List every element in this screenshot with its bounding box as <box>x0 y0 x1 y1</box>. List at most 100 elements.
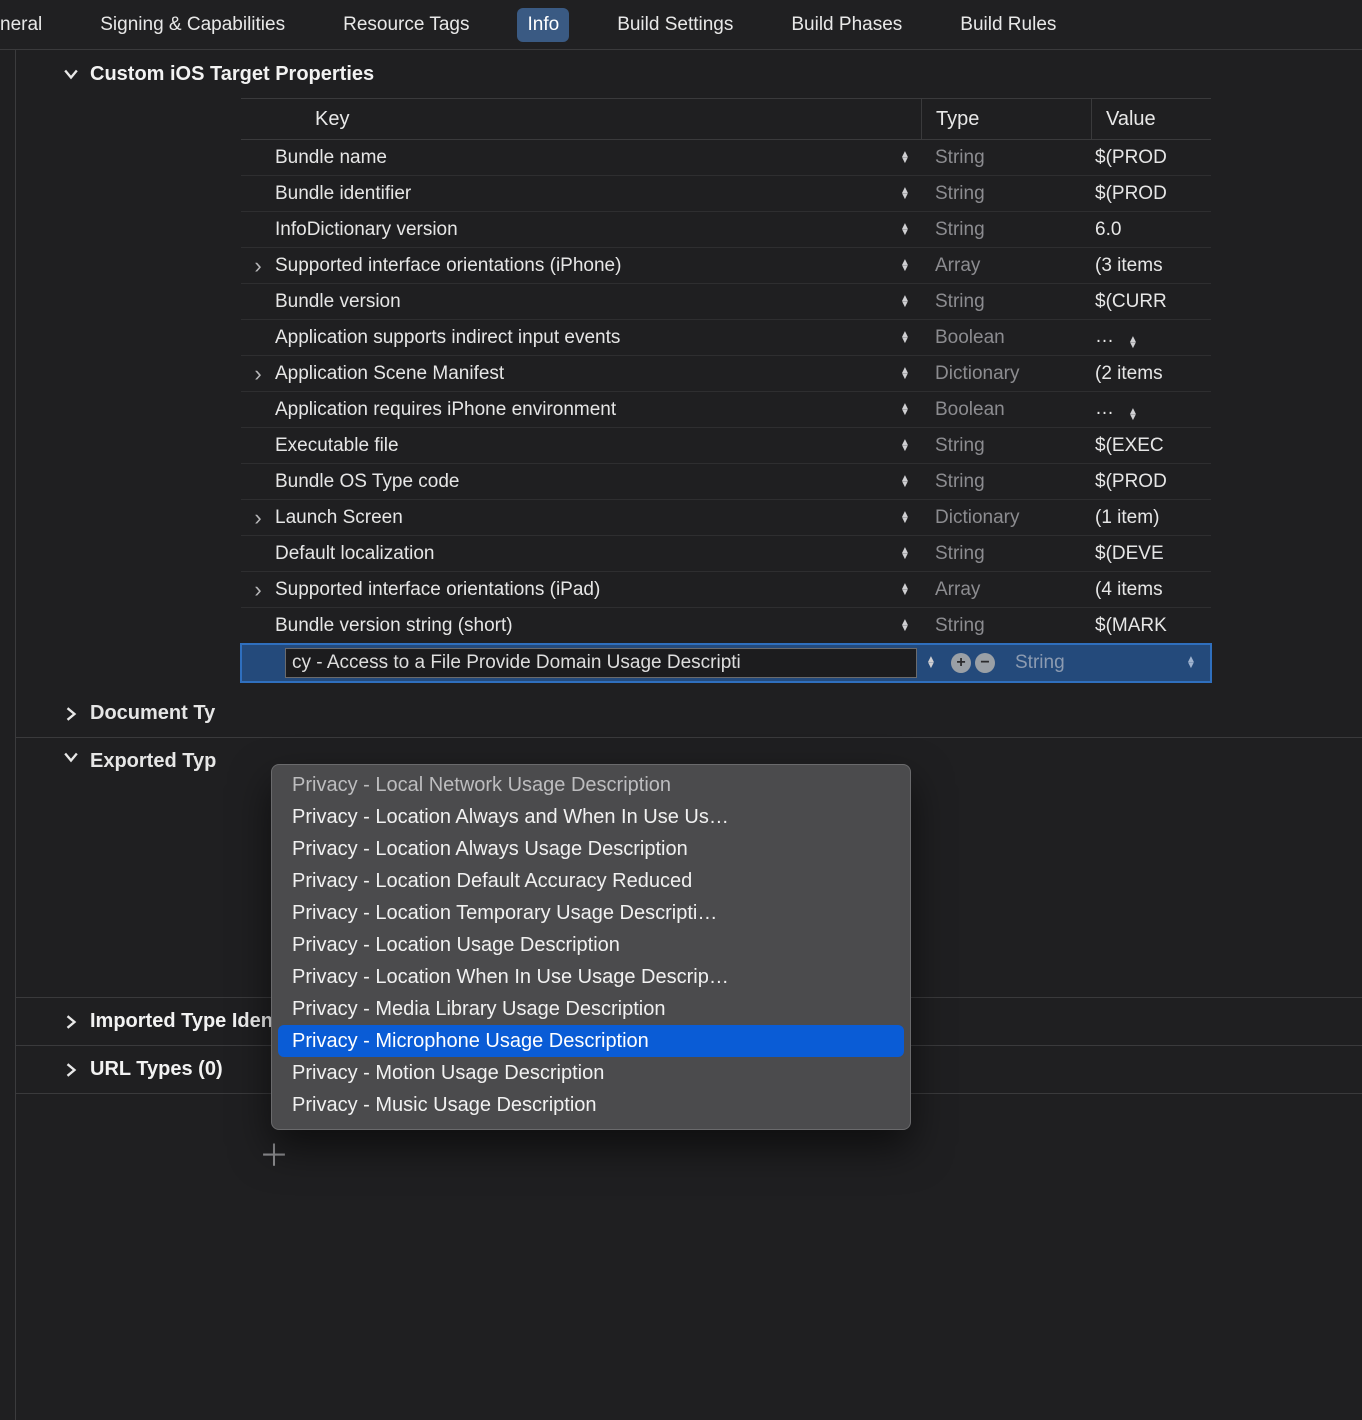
suggestion-option[interactable]: Privacy - Location Always and When In Us… <box>278 801 904 833</box>
plist-type[interactable]: String <box>921 219 1091 241</box>
plist-type[interactable]: Boolean <box>921 399 1091 421</box>
value-stepper-icon[interactable] <box>1171 657 1211 669</box>
plist-key[interactable]: Executable file <box>275 435 889 457</box>
disclosure-icon[interactable] <box>241 253 275 279</box>
plist-type[interactable]: String <box>921 435 1091 457</box>
suggestion-option[interactable]: Privacy - Location Usage Description <box>278 929 904 961</box>
plist-row[interactable]: Bundle identifier String$(PROD <box>241 176 1211 212</box>
plist-key[interactable]: Application supports indirect input even… <box>275 327 889 349</box>
add-key-button[interactable]: + <box>951 653 971 673</box>
key-stepper-icon[interactable] <box>889 188 921 200</box>
plist-value[interactable]: (2 items <box>1091 363 1211 385</box>
plist-row[interactable]: Supported interface orientations (iPhone… <box>241 248 1211 284</box>
plist-key[interactable]: Bundle identifier <box>275 183 889 205</box>
suggestion-option[interactable]: Privacy - Local Network Usage Descriptio… <box>278 769 904 801</box>
plist-row[interactable]: Supported interface orientations (iPad) A… <box>241 572 1211 608</box>
plist-key[interactable]: Launch Screen <box>275 507 889 529</box>
plist-value[interactable]: $(PROD <box>1091 471 1211 493</box>
suggestion-option[interactable]: Privacy - Location Always Usage Descript… <box>278 833 904 865</box>
remove-key-button[interactable]: − <box>975 653 995 673</box>
tab-resource-tags[interactable]: Resource Tags <box>333 8 479 42</box>
key-stepper-icon[interactable] <box>889 404 921 416</box>
plist-type[interactable]: String <box>921 615 1091 637</box>
key-stepper-icon[interactable] <box>889 296 921 308</box>
plist-key[interactable]: Default localization <box>275 543 889 565</box>
plist-type[interactable]: String <box>921 183 1091 205</box>
plist-key[interactable]: Bundle OS Type code <box>275 471 889 493</box>
plist-type[interactable]: String <box>921 471 1091 493</box>
key-stepper-icon[interactable] <box>889 332 921 344</box>
plist-value[interactable]: $(PROD <box>1091 183 1211 205</box>
key-stepper-icon[interactable] <box>889 260 921 272</box>
key-stepper-icon[interactable] <box>889 152 921 164</box>
plist-key[interactable]: Supported interface orientations (iPhone… <box>275 255 889 277</box>
key-stepper-icon[interactable] <box>889 476 921 488</box>
key-stepper-icon[interactable] <box>917 657 945 669</box>
plist-row[interactable]: Executable file String$(EXEC <box>241 428 1211 464</box>
plist-row[interactable]: Application requires iPhone environment B… <box>241 392 1211 428</box>
key-stepper-icon[interactable] <box>889 584 921 596</box>
plist-row[interactable]: Bundle OS Type code String$(PROD <box>241 464 1211 500</box>
plist-value[interactable]: … <box>1091 326 1211 349</box>
section-custom-ios-props[interactable]: Custom iOS Target Properties <box>16 50 1362 98</box>
plist-row[interactable]: Bundle name String$(PROD <box>241 140 1211 176</box>
disclosure-icon[interactable] <box>241 577 275 603</box>
plist-type[interactable]: String <box>921 543 1091 565</box>
tab-signing[interactable]: Signing & Capabilities <box>90 8 295 42</box>
section-document-types[interactable]: Document Ty <box>16 690 1362 738</box>
tab-build-phases[interactable]: Build Phases <box>781 8 912 42</box>
plist-row[interactable]: Bundle version String$(CURR <box>241 284 1211 320</box>
plist-row-editing[interactable]: cy - Access to a File Provide Domain Usa… <box>241 644 1211 682</box>
key-stepper-icon[interactable] <box>889 440 921 452</box>
plist-key[interactable]: Bundle name <box>275 147 889 169</box>
suggestion-option[interactable]: Privacy - Location When In Use Usage Des… <box>278 961 904 993</box>
plist-row[interactable]: Bundle version string (short) String$(MAR… <box>241 608 1211 644</box>
plist-type[interactable]: Dictionary <box>921 507 1091 529</box>
suggestion-option[interactable]: Privacy - Media Library Usage Descriptio… <box>278 993 904 1025</box>
plist-type[interactable]: String <box>921 291 1091 313</box>
plist-key[interactable]: Bundle version string (short) <box>275 615 889 637</box>
plist-row[interactable]: Default localization String$(DEVE <box>241 536 1211 572</box>
plist-value[interactable]: 6.0 <box>1091 219 1211 241</box>
tab-info[interactable]: Info <box>517 8 569 42</box>
plist-row[interactable]: Launch Screen Dictionary(1 item) <box>241 500 1211 536</box>
plist-value[interactable]: … <box>1091 398 1211 421</box>
disclosure-icon[interactable] <box>241 361 275 387</box>
plist-type[interactable]: Boolean <box>921 327 1091 349</box>
plist-row[interactable]: Application supports indirect input even… <box>241 320 1211 356</box>
type-label[interactable]: String <box>1001 652 1171 674</box>
plist-type[interactable]: Array <box>921 579 1091 601</box>
key-stepper-icon[interactable] <box>889 620 921 632</box>
plist-value[interactable]: $(EXEC <box>1091 435 1211 457</box>
suggestion-option[interactable]: Privacy - Motion Usage Description <box>278 1057 904 1089</box>
plist-value[interactable]: $(CURR <box>1091 291 1211 313</box>
plist-key[interactable]: Bundle version <box>275 291 889 313</box>
plist-type[interactable]: String <box>921 147 1091 169</box>
plist-row[interactable]: Application Scene Manifest Dictionary(2 i… <box>241 356 1211 392</box>
plist-value[interactable]: $(DEVE <box>1091 543 1211 565</box>
plist-type[interactable]: Dictionary <box>921 363 1091 385</box>
key-stepper-icon[interactable] <box>889 368 921 380</box>
plist-key[interactable]: InfoDictionary version <box>275 219 889 241</box>
suggestion-option[interactable]: Privacy - Location Default Accuracy Redu… <box>278 865 904 897</box>
suggestion-option[interactable]: Privacy - Location Temporary Usage Descr… <box>278 897 904 929</box>
plist-value[interactable]: $(MARK <box>1091 615 1211 637</box>
key-editor-input[interactable]: cy - Access to a File Provide Domain Usa… <box>285 648 917 678</box>
key-stepper-icon[interactable] <box>889 512 921 524</box>
add-exported-type-button[interactable]: ＋ <box>256 1135 292 1171</box>
disclosure-icon[interactable] <box>241 505 275 531</box>
plist-value[interactable]: (1 item) <box>1091 507 1211 529</box>
plist-value[interactable]: $(PROD <box>1091 147 1211 169</box>
plist-key[interactable]: Supported interface orientations (iPad) <box>275 579 889 601</box>
key-stepper-icon[interactable] <box>889 224 921 236</box>
tab-general[interactable]: neral <box>0 8 52 42</box>
tab-build-rules[interactable]: Build Rules <box>950 8 1066 42</box>
tab-build-settings[interactable]: Build Settings <box>607 8 743 42</box>
plist-row[interactable]: InfoDictionary version String6.0 <box>241 212 1211 248</box>
plist-type[interactable]: Array <box>921 255 1091 277</box>
key-stepper-icon[interactable] <box>889 548 921 560</box>
plist-value[interactable]: (3 items <box>1091 255 1211 277</box>
plist-key[interactable]: Application Scene Manifest <box>275 363 889 385</box>
plist-key[interactable]: Application requires iPhone environment <box>275 399 889 421</box>
plist-value[interactable]: (4 items <box>1091 579 1211 601</box>
